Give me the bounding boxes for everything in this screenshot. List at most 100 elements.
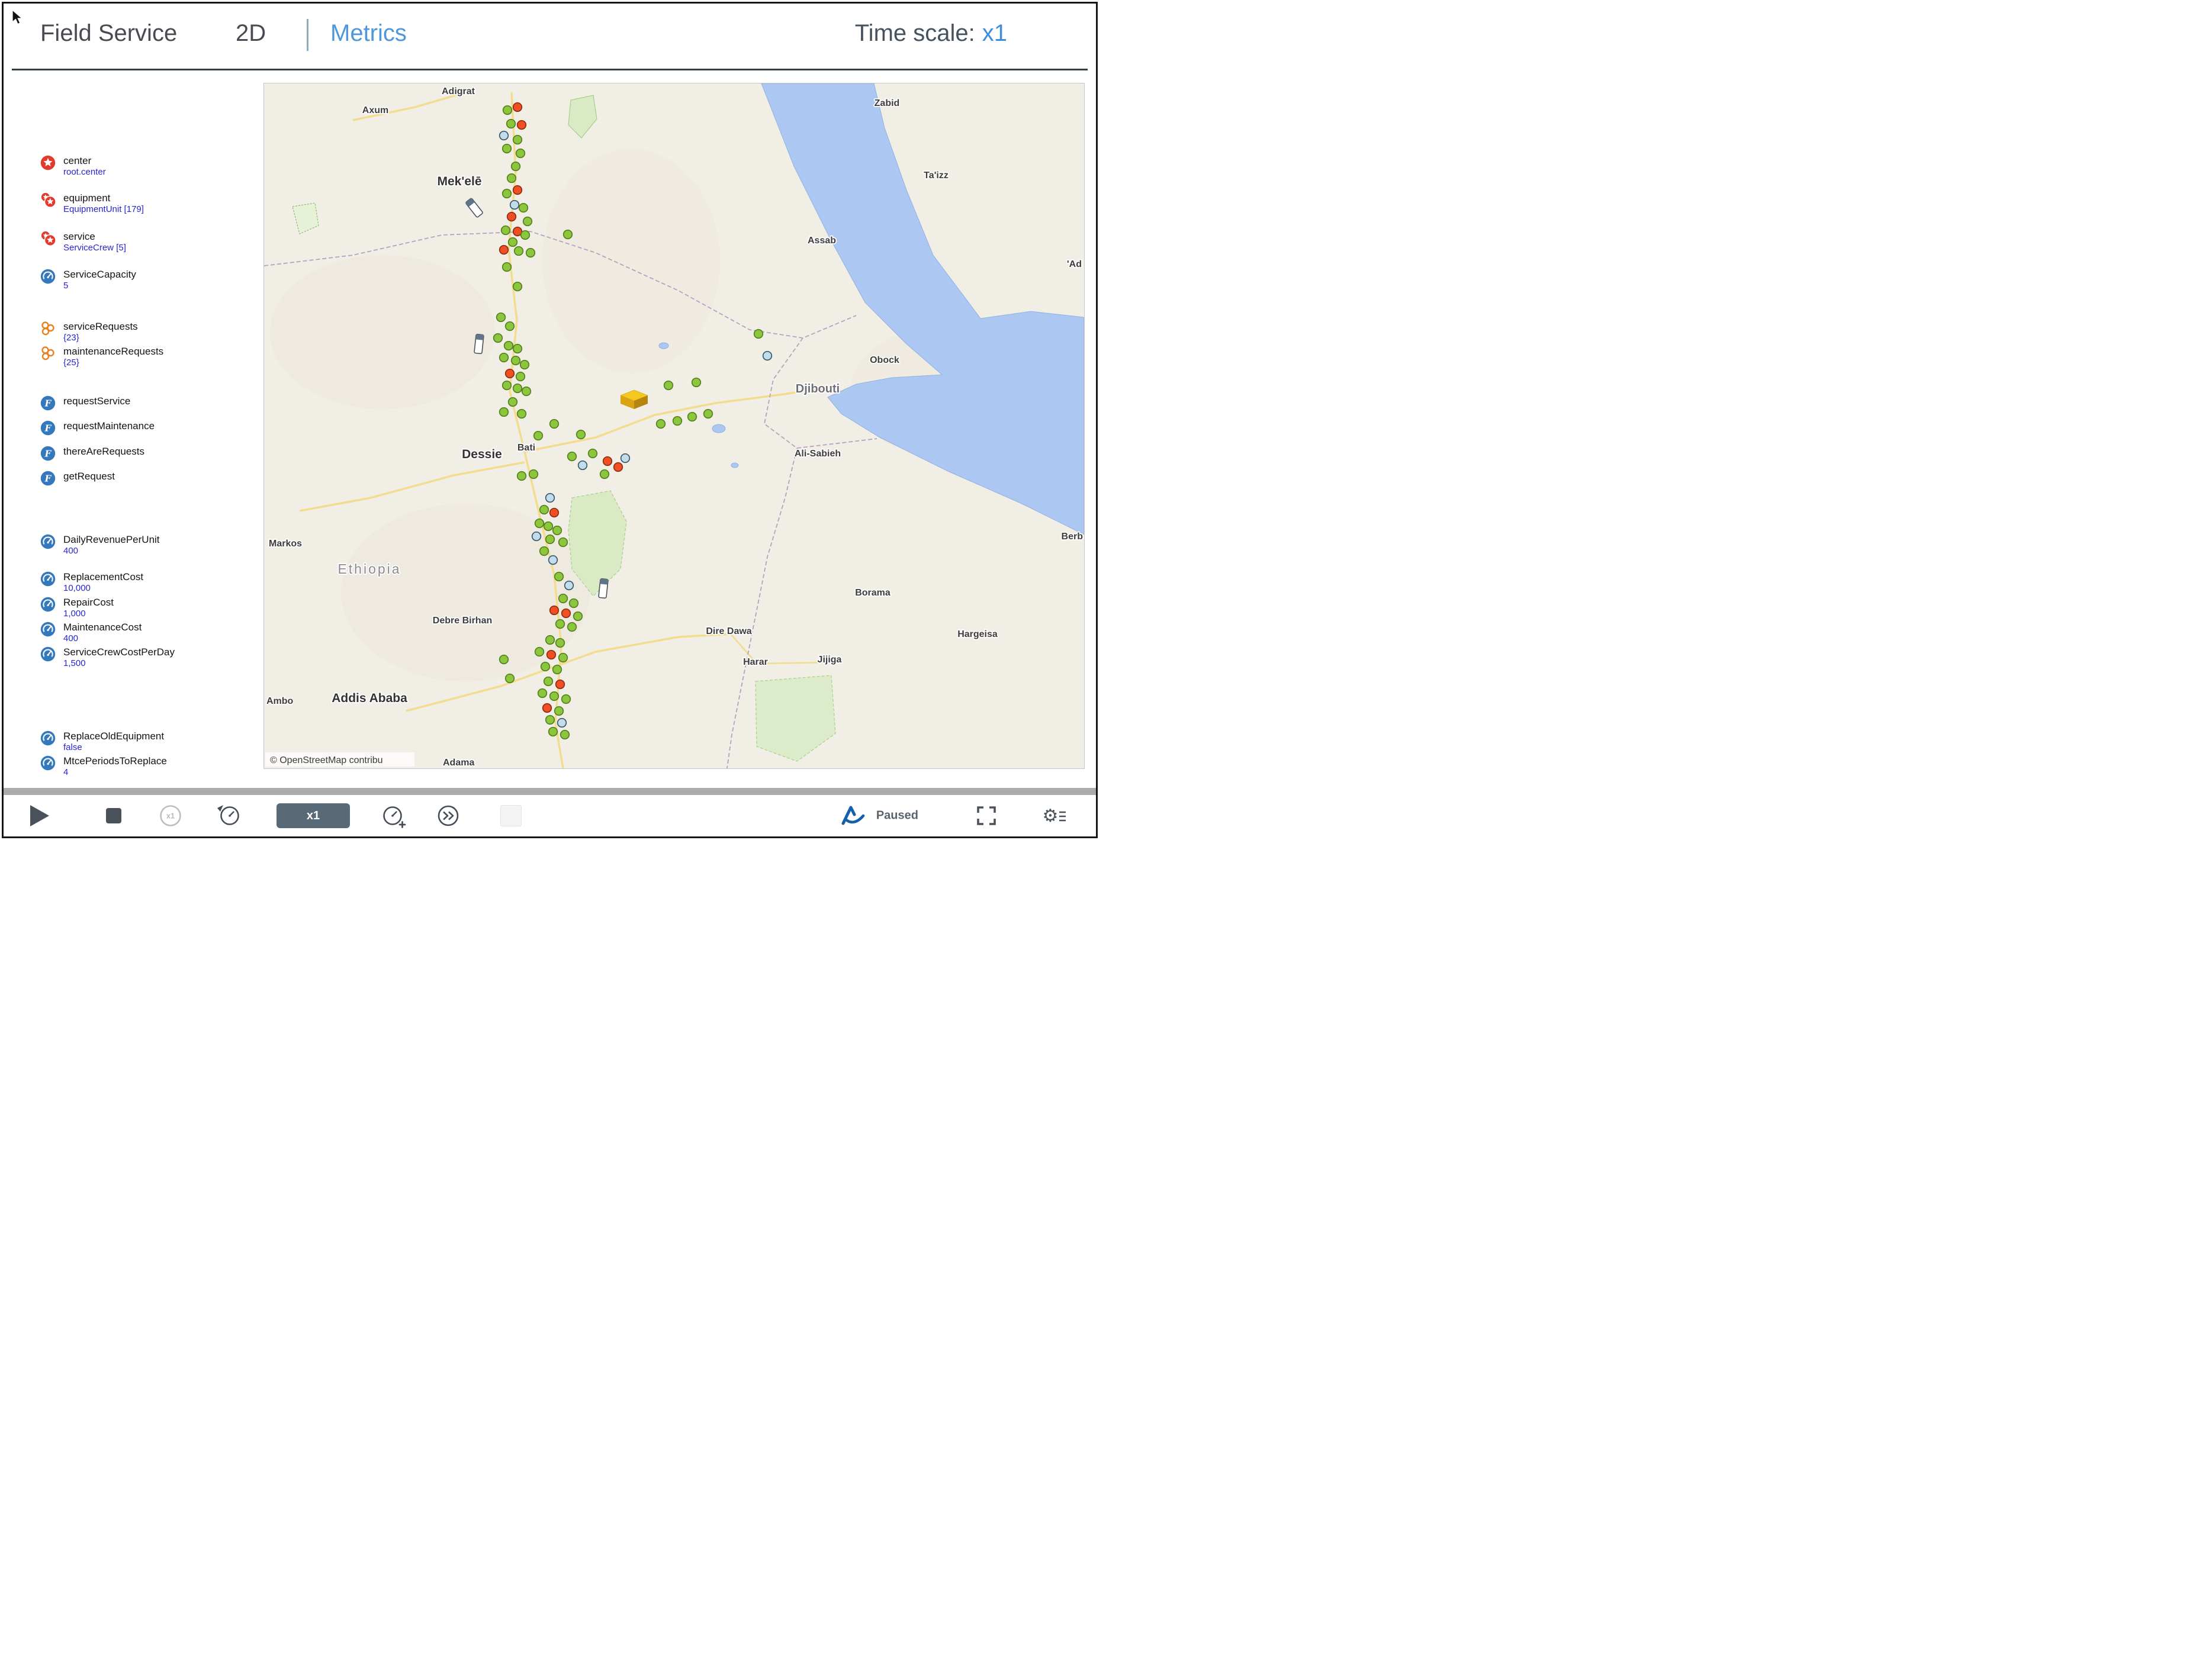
sidebar-item-RepairCost[interactable]: RepairCost 1,000 (40, 597, 114, 619)
equipment-marker-g[interactable] (562, 229, 573, 240)
sidebar-item-value[interactable]: {25} (63, 358, 163, 368)
equipment-marker-g[interactable] (558, 593, 568, 604)
equipment-marker-g[interactable] (543, 521, 554, 532)
equipment-marker-g[interactable] (539, 504, 549, 515)
equipment-marker-g[interactable] (703, 408, 713, 419)
decrease-time-scale-button[interactable] (216, 802, 243, 829)
equipment-marker-g[interactable] (522, 216, 533, 227)
service-crew-truck[interactable] (598, 578, 609, 599)
equipment-marker-g[interactable] (552, 525, 562, 536)
equipment-marker-o[interactable] (602, 456, 613, 466)
equipment-marker-g[interactable] (516, 471, 527, 481)
reset-time-scale-button[interactable]: x1 (159, 804, 182, 828)
sidebar-item-value[interactable]: ServiceCrew [5] (63, 243, 126, 253)
equipment-marker-o[interactable] (613, 462, 623, 472)
equipment-marker-g[interactable] (545, 635, 555, 645)
fullscreen-button[interactable] (976, 806, 996, 826)
equipment-marker-g[interactable] (545, 534, 555, 545)
equipment-marker-g[interactable] (519, 359, 530, 370)
equipment-marker-g[interactable] (513, 246, 524, 256)
equipment-marker-g[interactable] (501, 262, 512, 272)
equipment-marker-g[interactable] (499, 654, 509, 665)
sidebar-item-value[interactable]: 1,500 (63, 658, 175, 669)
sidebar-item-ServiceCrewCostPerDay[interactable]: ServiceCrewCostPerDay 1,500 (40, 646, 175, 669)
equipment-marker-o[interactable] (546, 649, 557, 660)
equipment-marker-g[interactable] (672, 416, 683, 426)
equipment-marker-o[interactable] (516, 120, 527, 130)
equipment-marker-o[interactable] (561, 608, 571, 619)
sidebar-item-thereAreRequests[interactable]: FthereAreRequests (40, 446, 144, 461)
equipment-marker-b[interactable] (509, 199, 520, 210)
equipment-marker-o[interactable] (512, 185, 523, 195)
tab-metrics[interactable]: Metrics (330, 20, 407, 47)
sidebar-item-service[interactable]: service ServiceCrew [5] (40, 231, 126, 253)
equipment-marker-g[interactable] (599, 469, 610, 479)
settings-button[interactable]: ⚙ (1043, 805, 1068, 826)
equipment-marker-g[interactable] (518, 202, 529, 213)
equipment-marker-g[interactable] (501, 188, 512, 199)
sidebar-item-value[interactable]: 1,000 (63, 609, 114, 619)
equipment-marker-g[interactable] (512, 281, 523, 292)
sidebar-item-maintenanceRequests[interactable]: maintenanceRequests {25} (40, 346, 163, 368)
sidebar-item-value[interactable]: 4 (63, 767, 167, 778)
equipment-marker-g[interactable] (510, 355, 521, 366)
equipment-marker-o[interactable] (506, 211, 517, 222)
sidebar-item-value[interactable]: 5 (63, 281, 136, 291)
equipment-marker-g[interactable] (534, 646, 545, 657)
equipment-marker-g[interactable] (543, 676, 554, 687)
sidebar-item-DailyRevenuePerUnit[interactable]: DailyRevenuePerUnit 400 (40, 534, 160, 556)
equipment-marker-o[interactable] (549, 605, 560, 616)
equipment-marker-g[interactable] (501, 143, 512, 154)
equipment-marker-g[interactable] (493, 333, 503, 343)
sidebar-item-MaintenanceCost[interactable]: MaintenanceCost 400 (40, 622, 142, 644)
equipment-marker-b[interactable] (577, 460, 588, 471)
equipment-marker-g[interactable] (506, 118, 516, 129)
equipment-marker-g[interactable] (552, 664, 562, 675)
equipment-marker-g[interactable] (533, 430, 544, 441)
equipment-marker-g[interactable] (534, 518, 545, 529)
equipment-marker-g[interactable] (512, 134, 523, 145)
time-scale-x1-button[interactable]: x1 (277, 803, 350, 828)
equipment-marker-g[interactable] (540, 661, 551, 672)
sidebar-item-equipment[interactable]: equipment EquipmentUnit [179] (40, 192, 144, 215)
equipment-marker-b[interactable] (499, 130, 509, 141)
equipment-marker-g[interactable] (515, 371, 526, 382)
equipment-marker-g[interactable] (503, 340, 514, 351)
sidebar-item-value[interactable]: 10,000 (63, 583, 143, 594)
stop-button[interactable] (105, 807, 122, 824)
equipment-marker-o[interactable] (504, 368, 515, 379)
equipment-marker-g[interactable] (753, 329, 764, 339)
sidebar-item-getRequest[interactable]: FgetRequest (40, 471, 115, 486)
equipment-marker-g[interactable] (504, 673, 515, 684)
sidebar-item-value[interactable]: root.center (63, 167, 106, 178)
equipment-marker-o[interactable] (542, 703, 552, 713)
sidebar-item-value[interactable]: false (63, 742, 164, 753)
run-button[interactable] (30, 804, 50, 827)
equipment-marker-g[interactable] (496, 312, 506, 323)
equipment-marker-g[interactable] (691, 377, 702, 388)
equipment-marker-g[interactable] (501, 380, 512, 391)
equipment-marker-o[interactable] (499, 244, 509, 255)
equipment-marker-g[interactable] (549, 419, 560, 429)
sidebar-item-serviceRequests[interactable]: serviceRequests {23} (40, 321, 138, 343)
equipment-marker-g[interactable] (512, 383, 523, 394)
equipment-marker-b[interactable] (762, 350, 773, 361)
sidebar-item-center[interactable]: center root.center (40, 155, 106, 178)
equipment-marker-b[interactable] (557, 717, 567, 728)
equipment-marker-g[interactable] (539, 546, 549, 556)
equipment-marker-g[interactable] (507, 397, 518, 407)
map-viewport[interactable]: © OpenStreetMap contribu Adigrat Axum Zabi… (263, 83, 1085, 769)
equipment-marker-g[interactable] (515, 148, 526, 159)
equipment-marker-g[interactable] (549, 691, 560, 701)
equipment-marker-g[interactable] (573, 611, 583, 622)
equipment-marker-g[interactable] (554, 571, 564, 582)
equipment-marker-b[interactable] (531, 531, 542, 542)
sidebar-item-ServiceCapacity[interactable]: ServiceCapacity 5 (40, 269, 136, 291)
equipment-marker-g[interactable] (548, 726, 558, 737)
equipment-marker-g[interactable] (561, 694, 571, 704)
equipment-marker-g[interactable] (528, 469, 539, 479)
equipment-marker-g[interactable] (587, 448, 598, 459)
sidebar-item-ReplaceOldEquipment[interactable]: ReplaceOldEquipment false (40, 730, 164, 753)
equipment-marker-g[interactable] (560, 729, 570, 740)
sidebar-item-requestService[interactable]: FrequestService (40, 395, 130, 411)
